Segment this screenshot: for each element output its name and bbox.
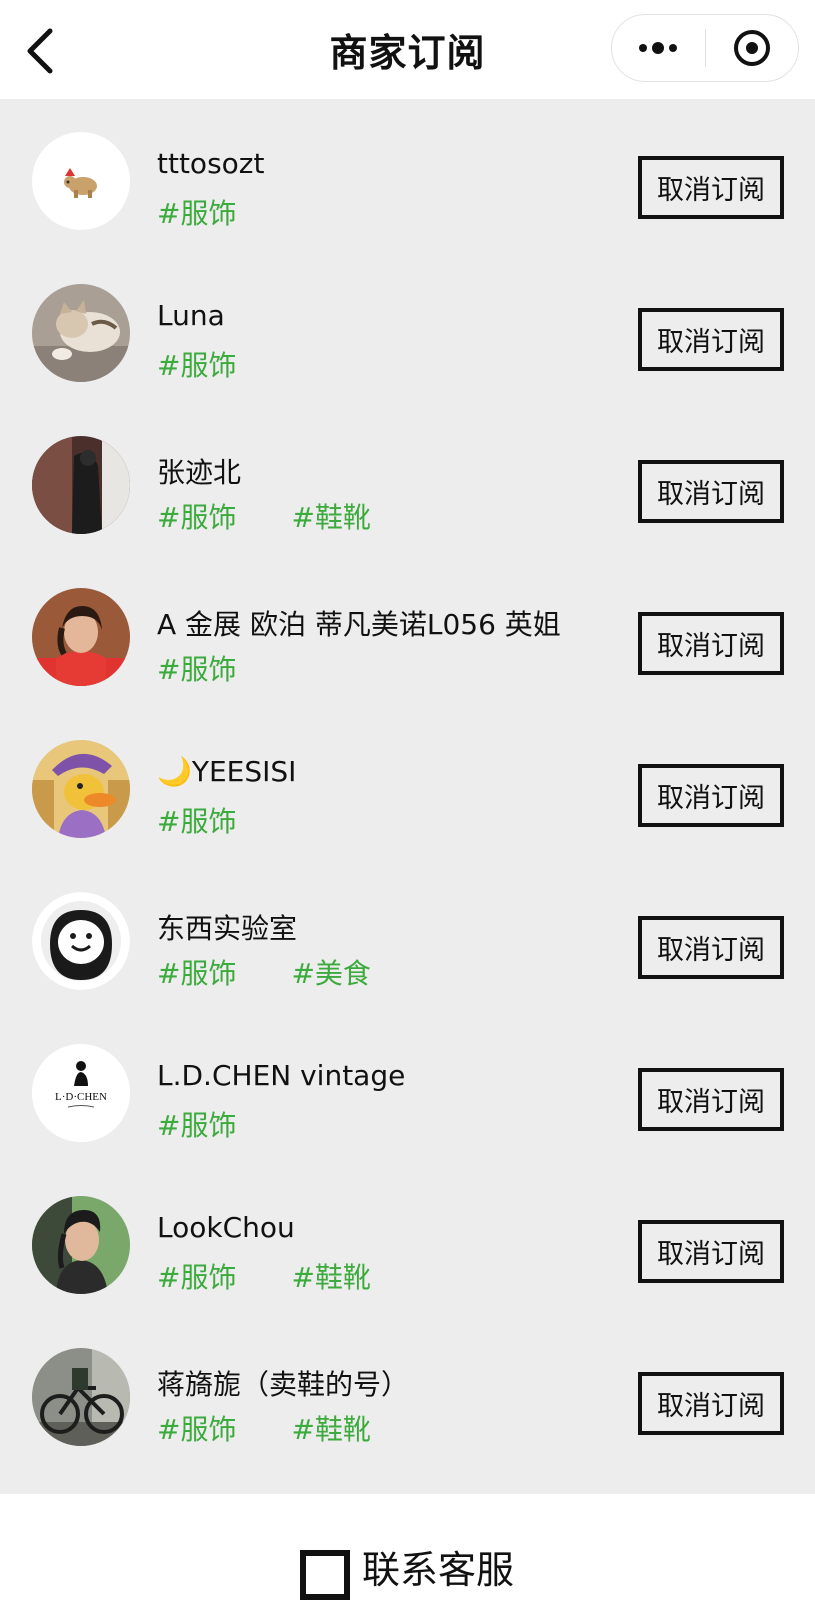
list-item: tttosozt #服饰 取消订阅 — [0, 99, 815, 251]
tag-list: #服饰 #鞋靴 — [157, 496, 371, 536]
tag-list: #服饰 — [157, 344, 236, 384]
tag[interactable]: #服饰 — [157, 192, 236, 232]
unsubscribe-button[interactable]: 取消订阅 — [638, 612, 784, 675]
merchant-name: 东西实验室 — [157, 912, 298, 945]
close-mini-program-button[interactable] — [706, 15, 799, 81]
unsubscribe-button[interactable]: 取消订阅 — [638, 156, 784, 219]
unsubscribe-button[interactable]: 取消订阅 — [638, 916, 784, 979]
tag-list: #服饰 — [157, 192, 236, 232]
unsubscribe-button[interactable]: 取消订阅 — [638, 764, 784, 827]
merchant-name: LookChou — [157, 1211, 295, 1244]
tag[interactable]: #服饰 — [157, 344, 236, 384]
footer: 联系客服 — [0, 1494, 815, 1600]
tag[interactable]: #服饰 — [157, 1104, 236, 1144]
more-button[interactable] — [612, 15, 705, 81]
more-dots-icon — [639, 42, 678, 54]
merchant-name: 🌙YEESISI — [157, 755, 297, 788]
nav-bar: 商家订阅 — [0, 0, 815, 99]
unsubscribe-button[interactable]: 取消订阅 — [638, 460, 784, 523]
mini-program-capsule — [611, 14, 799, 82]
avatar[interactable] — [32, 588, 130, 686]
tag[interactable]: #美食 — [291, 952, 370, 992]
avatar[interactable] — [32, 1196, 130, 1294]
tag[interactable]: #服饰 — [157, 648, 236, 688]
tag[interactable]: #服饰 — [157, 800, 236, 840]
tag[interactable]: #鞋靴 — [291, 1408, 370, 1448]
merchant-name: 蒋旖旎（卖鞋的号） — [157, 1368, 410, 1401]
list-item: Luna #服饰 取消订阅 — [0, 251, 815, 403]
subscription-list: tttosozt #服饰 取消订阅 Luna #服饰 取消订阅 张迹北 #服饰 … — [0, 99, 815, 1494]
unsubscribe-button[interactable]: 取消订阅 — [638, 308, 784, 371]
unsubscribe-button[interactable]: 取消订阅 — [638, 1372, 784, 1435]
avatar[interactable] — [32, 1348, 130, 1446]
tag[interactable]: #服饰 — [157, 952, 236, 992]
list-item: 🌙YEESISI #服饰 取消订阅 — [0, 707, 815, 859]
tag[interactable]: #服饰 — [157, 1256, 236, 1296]
ldchen-logo-text: L·D·CHEN — [55, 1091, 107, 1103]
tag[interactable]: #服饰 — [157, 1408, 236, 1448]
tag-list: #服饰 #鞋靴 — [157, 1256, 371, 1296]
contact-support-label: 联系客服 — [362, 1548, 515, 1592]
avatar[interactable] — [32, 740, 130, 838]
merchant-name: A 金展 欧泊 蒂凡美诺L056 英姐 — [157, 608, 561, 641]
tag-list: #服饰 #美食 — [157, 952, 371, 992]
tag-list: #服饰 — [157, 800, 236, 840]
unsubscribe-button[interactable]: 取消订阅 — [638, 1220, 784, 1283]
merchant-name: Luna — [157, 299, 225, 332]
square-icon — [300, 1550, 350, 1600]
tag-list: #服饰 #鞋靴 — [157, 1408, 371, 1448]
tag-list: #服饰 — [157, 1104, 236, 1144]
avatar[interactable] — [32, 892, 130, 990]
list-item: L·D·CHEN L.D.CHEN vintage #服饰 取消订阅 — [0, 1011, 815, 1163]
list-item: 张迹北 #服饰 #鞋靴 取消订阅 — [0, 403, 815, 555]
list-item: A 金展 欧泊 蒂凡美诺L056 英姐 #服饰 取消订阅 — [0, 555, 815, 707]
avatar[interactable] — [32, 284, 130, 382]
tag[interactable]: #鞋靴 — [291, 1256, 370, 1296]
contact-support-button[interactable]: 联系客服 — [300, 1550, 514, 1600]
tag[interactable]: #鞋靴 — [291, 496, 370, 536]
list-item: 蒋旖旎（卖鞋的号） #服饰 #鞋靴 取消订阅 — [0, 1315, 815, 1467]
avatar[interactable]: L·D·CHEN — [32, 1044, 130, 1142]
avatar[interactable] — [32, 132, 130, 230]
merchant-name: L.D.CHEN vintage — [157, 1059, 406, 1092]
list-item: 东西实验室 #服饰 #美食 取消订阅 — [0, 859, 815, 1011]
tag-list: #服饰 — [157, 648, 236, 688]
merchant-name: tttosozt — [157, 147, 265, 180]
tag[interactable]: #服饰 — [157, 496, 236, 536]
avatar[interactable] — [32, 436, 130, 534]
list-item: LookChou #服饰 #鞋靴 取消订阅 — [0, 1163, 815, 1315]
merchant-name: 张迹北 — [157, 456, 242, 489]
target-icon — [733, 30, 770, 66]
unsubscribe-button[interactable]: 取消订阅 — [638, 1068, 784, 1131]
